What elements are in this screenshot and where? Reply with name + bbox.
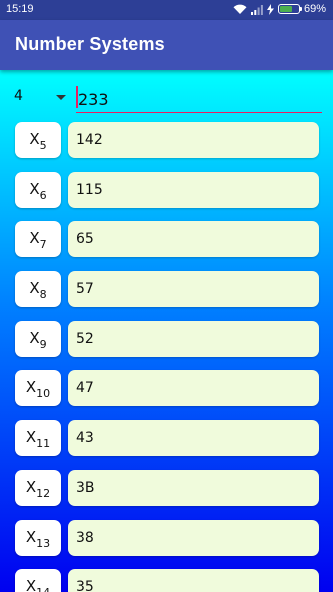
app-bar: Number Systems (0, 20, 333, 70)
charging-icon (266, 3, 274, 15)
result-value-box[interactable]: 47 (68, 370, 319, 407)
base-label-chip: X13 (15, 519, 61, 556)
result-value-box[interactable]: 43 (68, 420, 319, 457)
base-label-subscript: 13 (36, 536, 51, 550)
base-label-x: X (25, 527, 37, 546)
base-label-x: X (25, 477, 37, 496)
base-label-x: X (29, 229, 40, 248)
base-label-subscript: 11 (36, 437, 51, 451)
conversion-row: X13 38 (0, 519, 333, 570)
dropdown-arrow-icon (56, 95, 66, 100)
base-spinner-value: 4 (14, 88, 23, 104)
conversion-row: X7 65 (0, 221, 333, 271)
result-value-box[interactable]: 52 (68, 320, 319, 357)
status-icons: 69% (233, 3, 326, 15)
base-label-subscript: 14 (36, 586, 50, 592)
conversion-row: X5 142 (0, 122, 333, 172)
base-label-subscript: 8 (39, 288, 47, 302)
base-label-x: X (25, 577, 37, 592)
base-spinner[interactable]: 4 (12, 84, 70, 110)
base-label-chip: X14 (15, 569, 61, 592)
base-label-chip: X8 (15, 271, 61, 308)
main-content: 4 X5142X6115X765X857X952X1047X1143X123BX… (0, 70, 333, 592)
base-label-chip: X7 (15, 221, 61, 258)
status-time: 15:19 (6, 3, 34, 15)
battery-percent: 69% (303, 3, 326, 15)
number-input[interactable] (76, 86, 322, 113)
conversion-row: X12 3B (0, 469, 333, 520)
input-row: 4 (0, 70, 333, 118)
base-label-x: X (29, 179, 40, 198)
base-label-x: X (29, 279, 40, 298)
base-label-subscript: 5 (39, 139, 47, 152)
base-label-subscript: 10 (36, 387, 51, 401)
wifi-icon (233, 4, 247, 14)
app-title: Number Systems (15, 34, 165, 54)
base-label-subscript: 7 (39, 238, 47, 252)
conversion-list: X5 142 X6 115 X7 65 X8 57 X9 52 X10 47 X11 43 X12 3B X13… (0, 122, 333, 592)
result-value-box[interactable]: 142 (68, 122, 319, 158)
conversion-row: X9 52 (0, 320, 333, 371)
result-value-box[interactable]: 3B (68, 469, 319, 506)
conversion-row: X8 57 (0, 271, 333, 321)
base-label-chip: X10 (15, 370, 61, 407)
battery-fill (279, 6, 293, 12)
base-label-subscript: 9 (39, 337, 47, 351)
base-label-subscript: 12 (36, 486, 51, 500)
result-value-box[interactable]: 35 (68, 569, 319, 592)
base-label-chip: X5 (15, 122, 61, 158)
base-label-x: X (29, 130, 40, 148)
result-value-box[interactable]: 38 (68, 519, 319, 556)
base-label-chip: X9 (15, 320, 61, 357)
battery-icon (277, 4, 302, 14)
base-label-x: X (29, 328, 40, 347)
signal-icon (250, 4, 263, 15)
status-bar: 15:19 69% (0, 0, 333, 20)
conversion-row: X10 47 (0, 370, 333, 420)
result-value-box[interactable]: 57 (68, 271, 319, 308)
base-label-x: X (25, 428, 37, 447)
conversion-row: X14 35 (0, 569, 333, 592)
conversion-row: X6 115 (0, 171, 333, 222)
base-label-x: X (25, 378, 37, 397)
base-label-chip: X6 (15, 171, 61, 208)
base-label-subscript: 6 (39, 188, 47, 202)
base-label-chip: X11 (15, 420, 61, 457)
base-label-chip: X12 (15, 469, 61, 506)
conversion-row: X11 43 (0, 420, 333, 470)
result-value-box[interactable]: 65 (68, 221, 319, 258)
text-cursor (76, 86, 78, 108)
result-value-box[interactable]: 115 (68, 171, 319, 208)
